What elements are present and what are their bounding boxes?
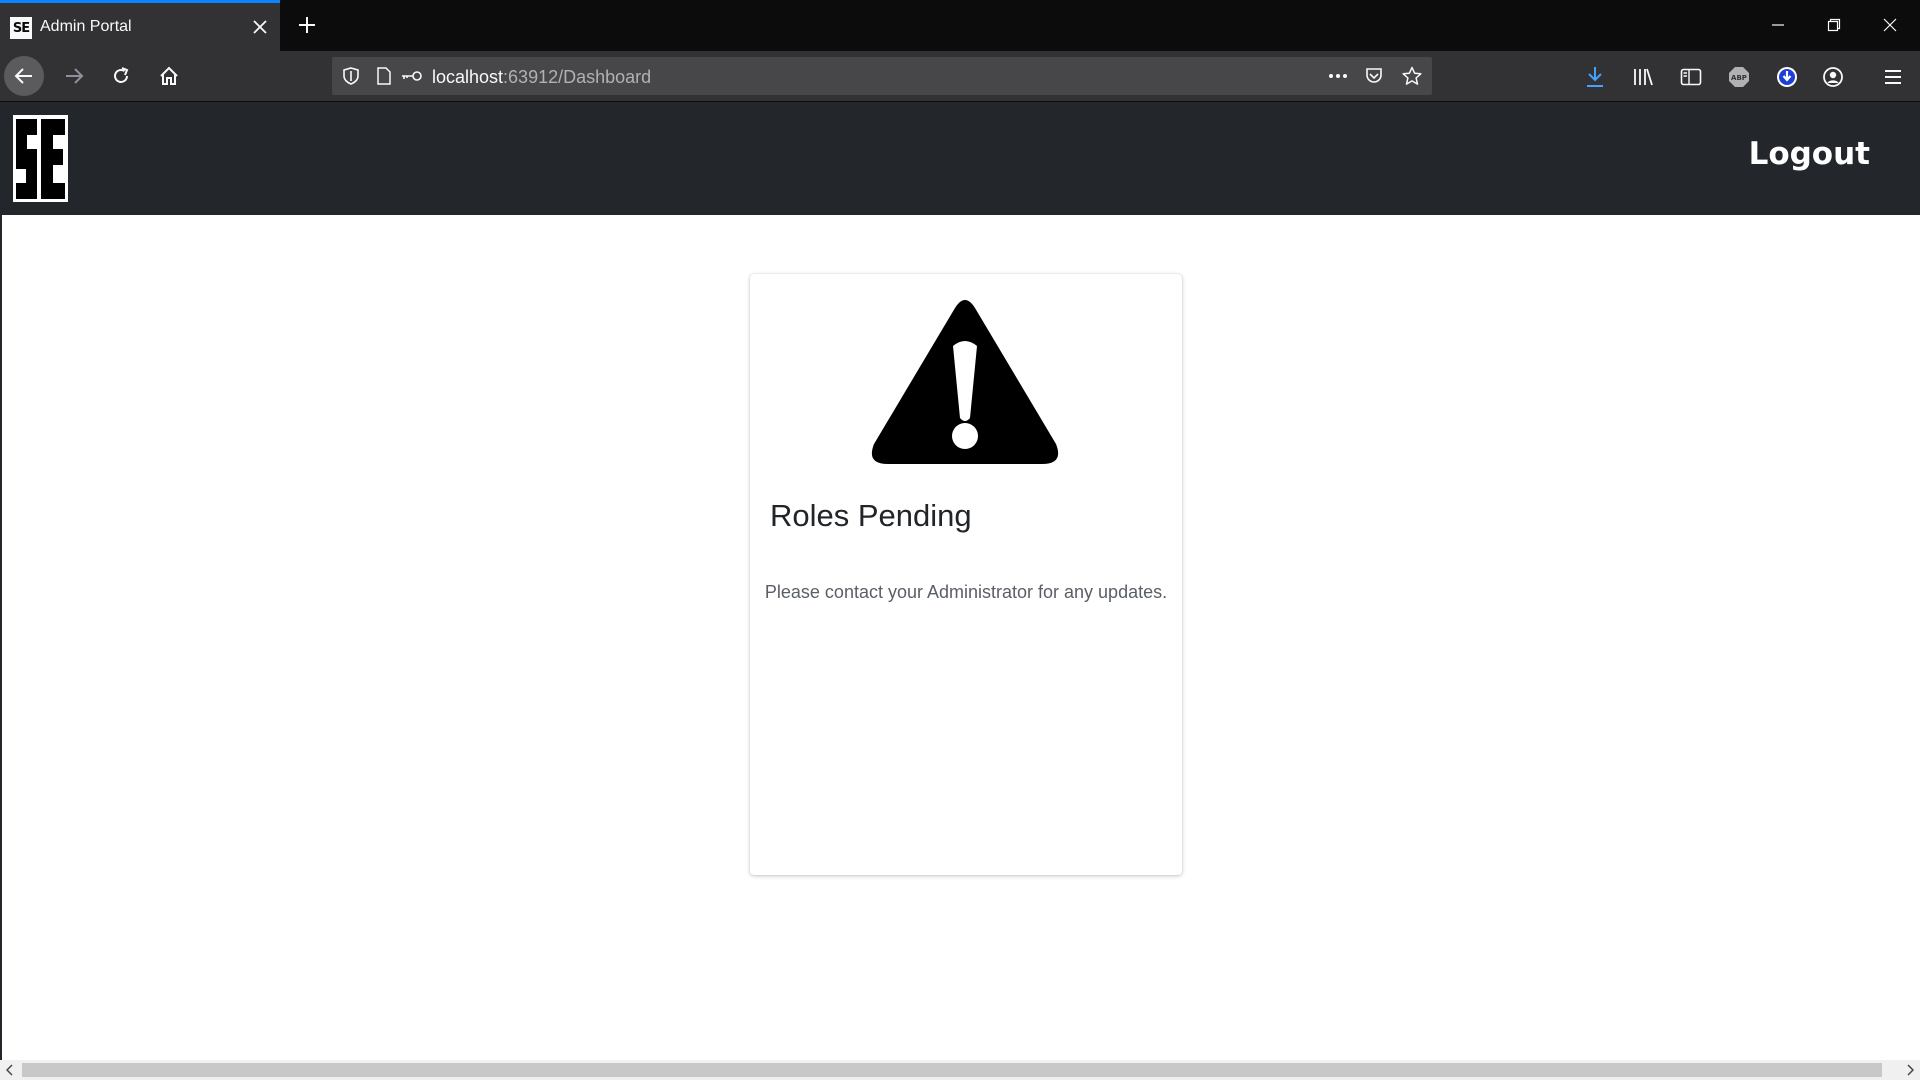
menu-icon[interactable] (1880, 64, 1906, 90)
site-logo[interactable] (13, 115, 68, 202)
reload-icon[interactable] (101, 56, 141, 96)
scroll-left-arrow-icon[interactable] (0, 1060, 20, 1080)
key-icon[interactable] (400, 66, 424, 86)
site-header: Logout (0, 102, 1920, 215)
card-title: Roles Pending (770, 498, 972, 533)
tab-favicon: SE (10, 17, 32, 39)
account-icon[interactable] (1820, 64, 1846, 90)
page-left-border (0, 215, 2, 1060)
tracking-shield-icon[interactable] (341, 66, 361, 86)
library-icon[interactable] (1630, 64, 1656, 90)
roles-pending-card: Roles Pending Please contact your Admini… (750, 274, 1182, 875)
scrollbar-thumb[interactable] (22, 1063, 1882, 1077)
url-path: :63912/Dashboard (503, 67, 652, 87)
page-actions-icon[interactable] (1326, 66, 1350, 86)
horizontal-scrollbar[interactable] (0, 1060, 1920, 1080)
adblock-icon[interactable]: ABP (1726, 64, 1752, 90)
card-message: Please contact your Administrator for an… (764, 582, 1168, 602)
address-bar[interactable]: localhost:63912/Dashboard (332, 57, 1432, 95)
restore-window-icon[interactable] (1814, 10, 1854, 40)
url-text[interactable]: localhost:63912/Dashboard (432, 67, 651, 88)
pocket-icon[interactable] (1364, 66, 1384, 86)
forward-arrow-icon[interactable] (54, 56, 94, 96)
bookmark-star-icon[interactable] (1402, 66, 1422, 86)
sidebar-icon[interactable] (1678, 64, 1704, 90)
new-tab-button[interactable] (292, 10, 322, 40)
page-info-icon[interactable] (374, 66, 394, 86)
close-window-icon[interactable] (1870, 10, 1910, 40)
extension-icon[interactable] (1774, 64, 1800, 90)
download-icon[interactable] (1582, 64, 1608, 90)
logo-image (13, 115, 68, 202)
back-arrow-icon[interactable] (4, 56, 44, 96)
minimize-window-icon[interactable] (1758, 10, 1798, 40)
url-host: localhost (432, 67, 504, 87)
svg-text:ABP: ABP (1731, 74, 1747, 82)
browser-tab-bar: SE Admin Portal (0, 0, 1920, 51)
home-icon[interactable] (149, 56, 189, 96)
browser-nav-bar: localhost:63912/Dashboard ABP (0, 51, 1920, 102)
tab-close-icon[interactable] (246, 13, 274, 41)
tab-title: Admin Portal (40, 18, 132, 35)
browser-tab[interactable]: SE Admin Portal (0, 0, 280, 51)
warning-icon (870, 298, 1060, 470)
scroll-right-arrow-icon[interactable] (1900, 1060, 1920, 1080)
logout-link[interactable]: Logout (1749, 136, 1870, 172)
